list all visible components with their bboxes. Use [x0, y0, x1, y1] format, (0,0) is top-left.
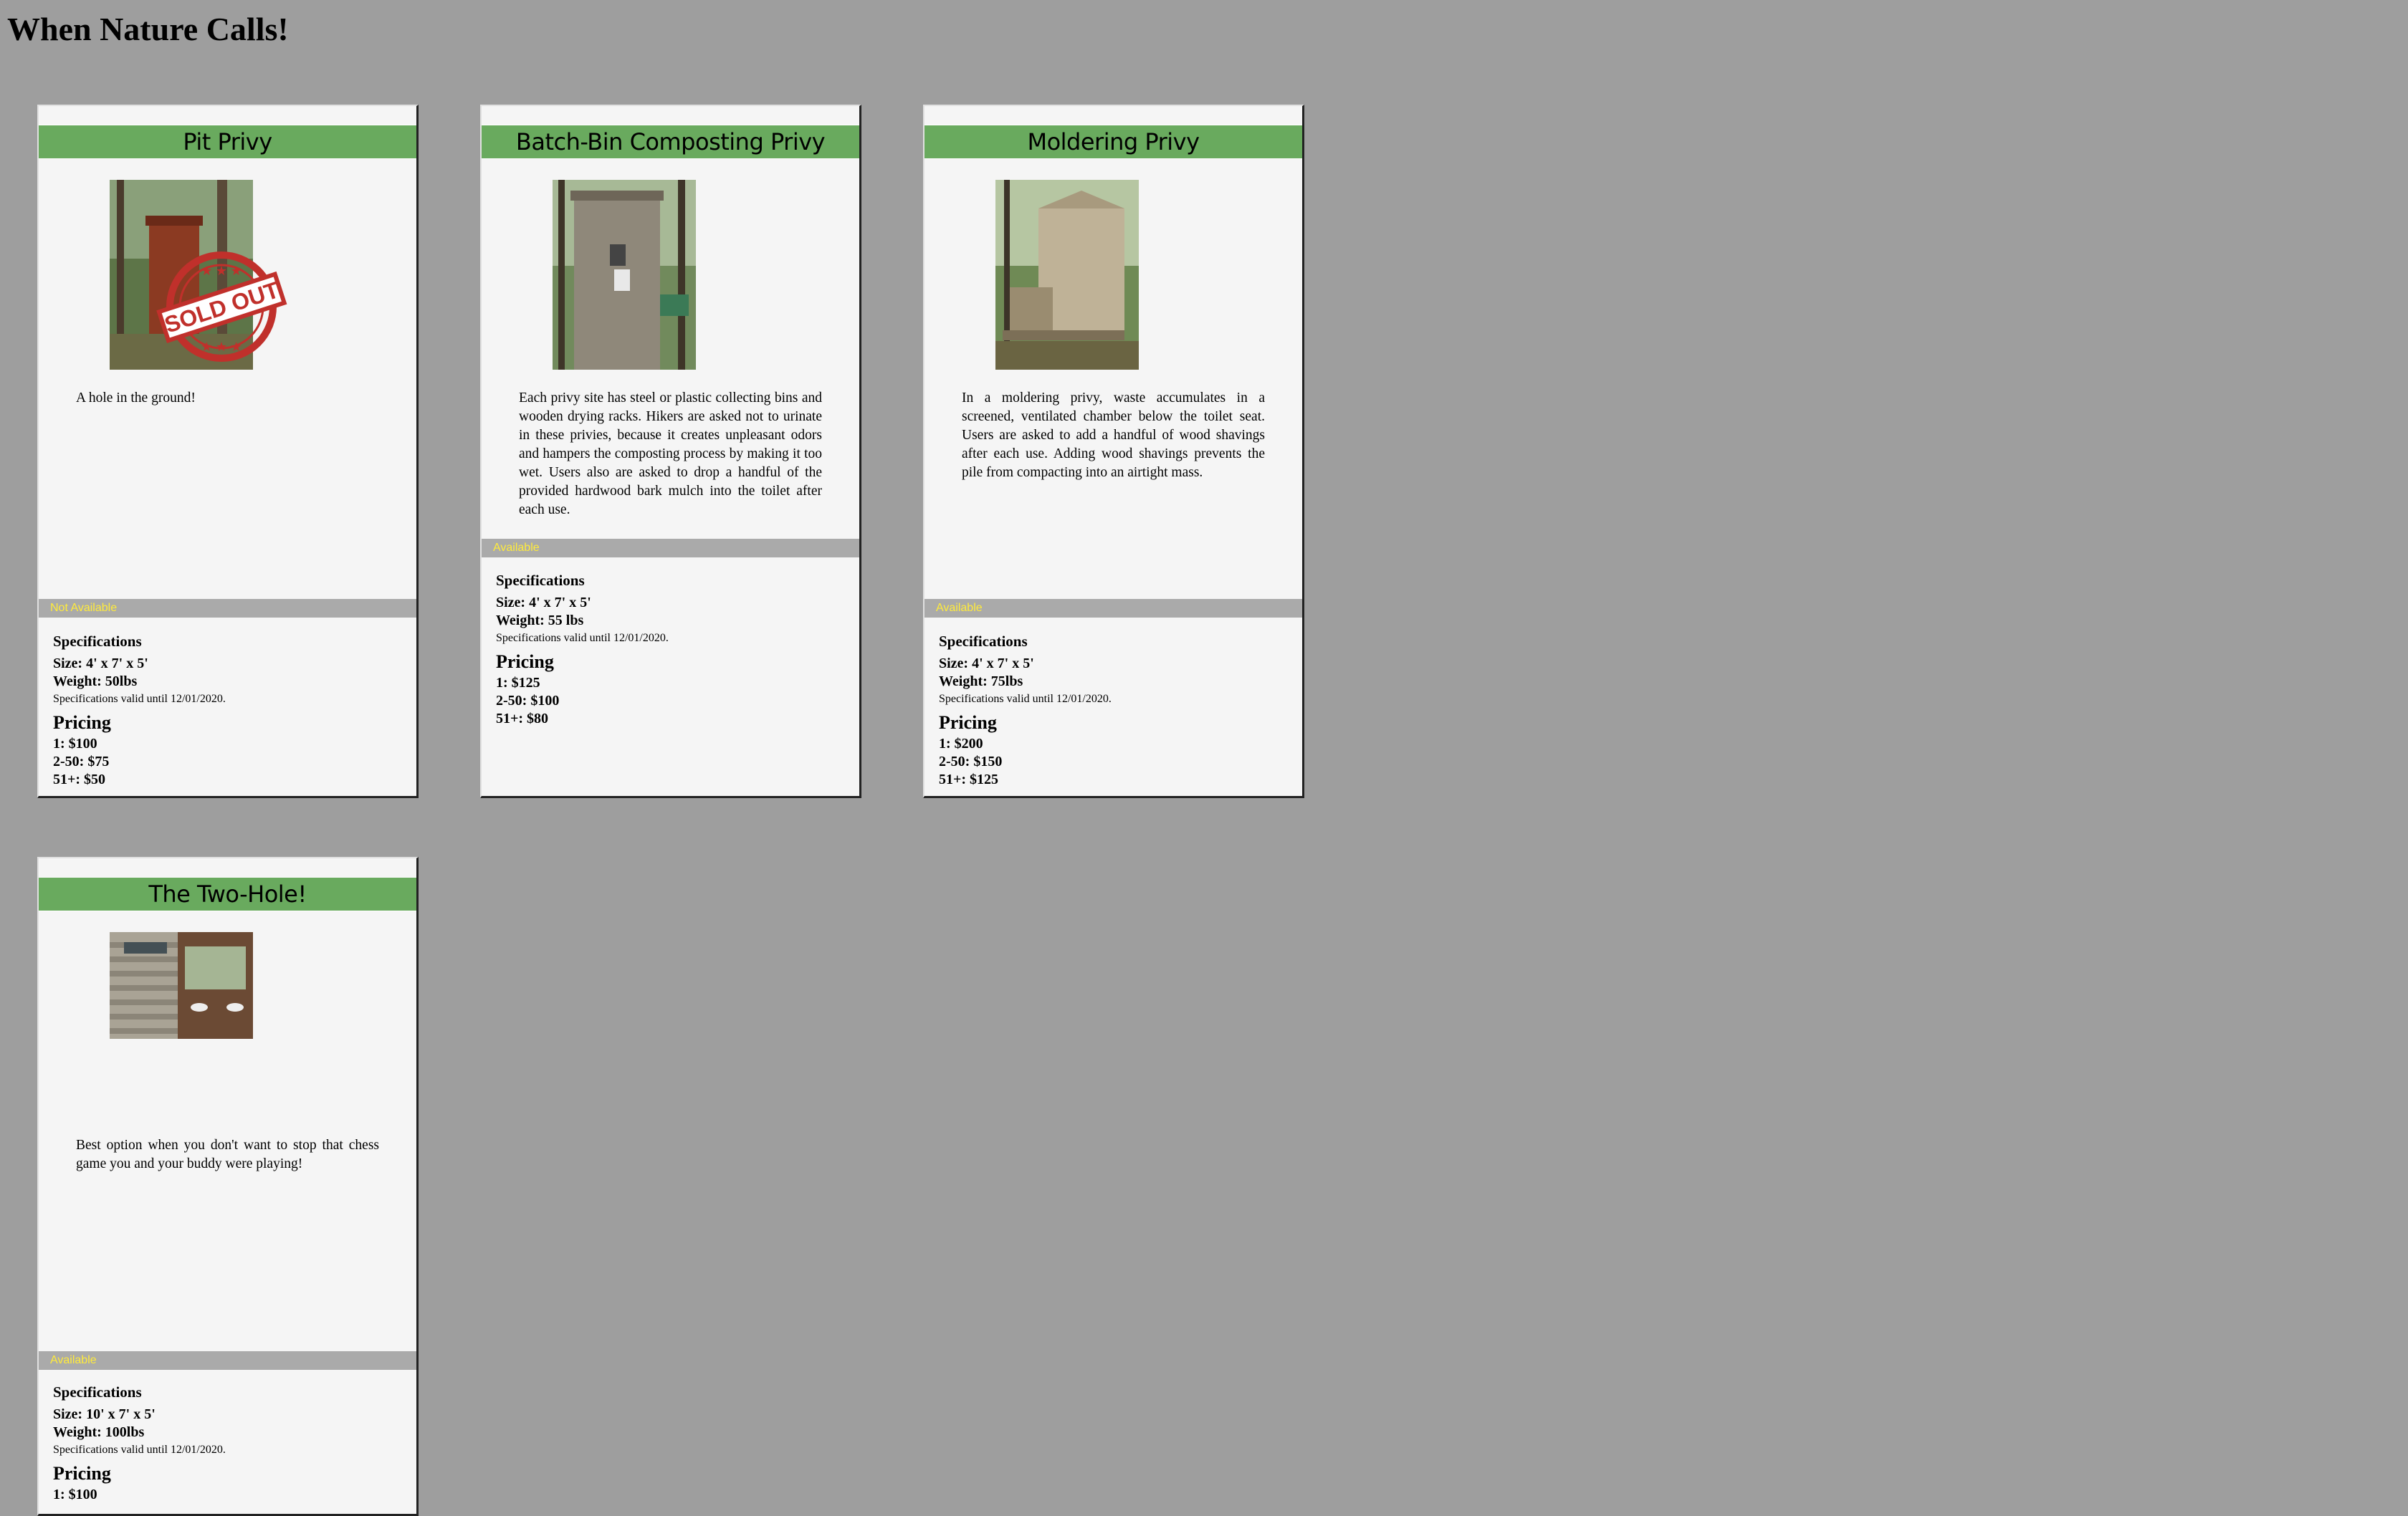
price-tier: 1: $100	[53, 1487, 97, 1502]
pricing-heading: Pricing	[53, 712, 111, 733]
card-description: In a moldering privy, waste accumulates …	[962, 390, 1265, 480]
spec-size: Size: 4' x 7' x 5'	[53, 656, 148, 671]
price-tier: 51+: $125	[939, 772, 999, 787]
status-badge: Available	[482, 539, 859, 557]
price-tier: 1: $100	[53, 736, 97, 752]
spec-weight: Weight: 55 lbs	[496, 613, 584, 628]
price-tier: 2-50: $150	[939, 754, 1003, 769]
specs-heading: Specifications	[53, 1383, 142, 1401]
spec-size: Size: 4' x 7' x 5'	[939, 656, 1034, 671]
pricing-heading: Pricing	[939, 712, 997, 733]
specs-section: Specifications Size: 4' x 7' x 5' Weight…	[939, 633, 1288, 789]
pricing-heading: Pricing	[496, 651, 554, 672]
product-photo	[110, 932, 253, 1039]
spec-validity: Specifications valid until 12/01/2020.	[939, 693, 1112, 705]
specs-section: Specifications Size: 4' x 7' x 5' Weight…	[53, 633, 402, 789]
status-badge: Not Available	[39, 599, 416, 618]
product-card-batch-bin-privy: Batch-Bin Composting Privy Each privy si…	[480, 105, 861, 798]
spec-size: Size: 10' x 7' x 5'	[53, 1406, 156, 1422]
svg-text:★ ★ ★: ★ ★ ★	[201, 264, 242, 278]
page-title: When Nature Calls!	[7, 11, 289, 47]
spec-size: Size: 4' x 7' x 5'	[496, 595, 591, 610]
status-badge: Available	[924, 599, 1302, 618]
product-photo	[553, 180, 696, 370]
card-description: Each privy site has steel or plastic col…	[519, 390, 822, 517]
status-badge: Available	[39, 1351, 416, 1370]
product-card-pit-privy: Pit Privy SOLD OUT ★ ★ ★ ★ ★ ★ A hole in…	[37, 105, 419, 798]
product-photo	[995, 180, 1139, 370]
specs-section: Specifications Size: 4' x 7' x 5' Weight…	[496, 572, 845, 728]
pricing-heading: Pricing	[53, 1463, 111, 1484]
card-description: Best option when you don't want to stop …	[76, 1138, 379, 1171]
product-card-moldering-privy: Moldering Privy In a moldering privy, wa…	[923, 105, 1304, 798]
price-tier: 51+: $80	[496, 711, 549, 726]
card-title: The Two-Hole!	[39, 877, 416, 911]
specs-heading: Specifications	[939, 633, 1028, 650]
spec-weight: Weight: 75lbs	[939, 673, 1023, 689]
price-tier: 1: $125	[496, 675, 540, 691]
card-title: Batch-Bin Composting Privy	[482, 125, 859, 159]
price-tier: 2-50: $100	[496, 693, 560, 709]
spec-validity: Specifications valid until 12/01/2020.	[53, 693, 226, 705]
specs-heading: Specifications	[53, 633, 142, 650]
price-tier: 1: $200	[939, 736, 983, 752]
spec-validity: Specifications valid until 12/01/2020.	[53, 1444, 226, 1456]
product-card-two-hole: The Two-Hole! Best option when you don't…	[37, 857, 419, 1516]
sold-out-stamp: SOLD OUT ★ ★ ★ ★ ★ ★	[156, 251, 287, 362]
card-title: Pit Privy	[39, 125, 416, 159]
specs-heading: Specifications	[496, 572, 585, 589]
spec-weight: Weight: 100lbs	[53, 1424, 145, 1440]
card-title: Moldering Privy	[924, 125, 1302, 159]
specs-section: Specifications Size: 10' x 7' x 5' Weigh…	[53, 1383, 402, 1504]
svg-text:★ ★ ★: ★ ★ ★	[201, 340, 242, 354]
card-description: A hole in the ground!	[76, 390, 196, 406]
price-tier: 51+: $50	[53, 772, 106, 787]
spec-weight: Weight: 50lbs	[53, 673, 138, 689]
price-tier: 2-50: $75	[53, 754, 110, 769]
spec-validity: Specifications valid until 12/01/2020.	[496, 632, 669, 644]
